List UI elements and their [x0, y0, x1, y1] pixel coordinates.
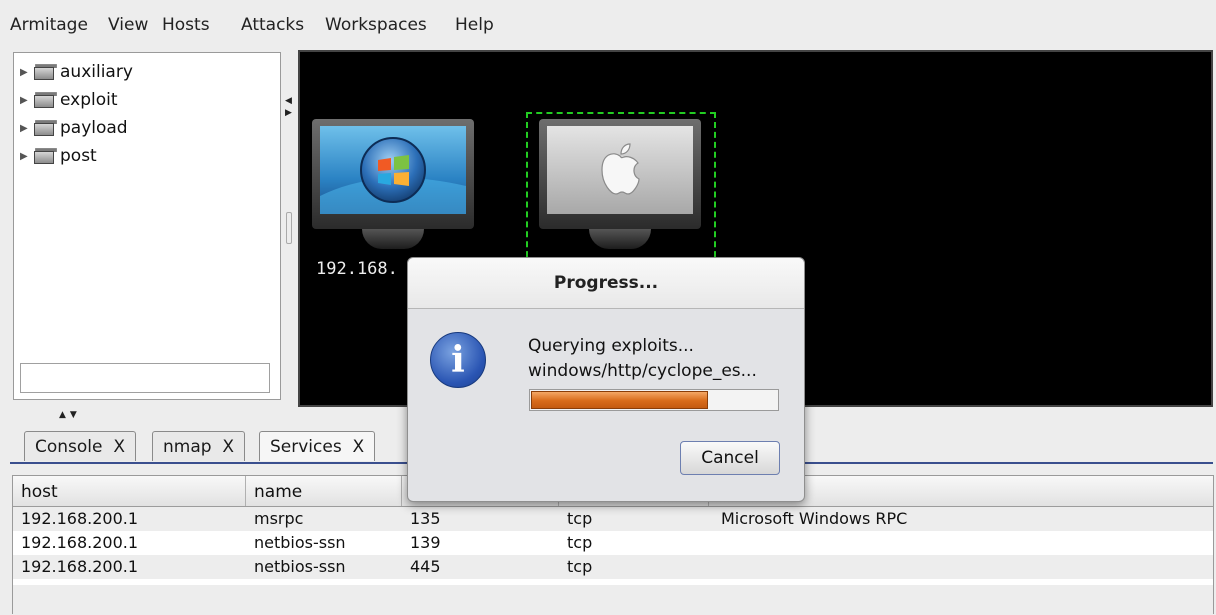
dialog-title: Progress...: [408, 258, 804, 309]
cell-name: msrpc: [254, 509, 304, 528]
tree-item-label: post: [60, 146, 97, 166]
tab-label: nmap: [163, 436, 212, 457]
tab-console[interactable]: Console X: [24, 431, 136, 461]
tab-services[interactable]: Services X: [259, 431, 376, 461]
tree-item-post[interactable]: ▶ post: [20, 143, 97, 169]
folder-icon: [34, 92, 57, 108]
cell-proto: tcp: [567, 533, 593, 552]
cell-info: Microsoft Windows RPC: [721, 509, 908, 528]
tab-label: Console: [35, 436, 103, 457]
tree-item-label: payload: [60, 118, 128, 138]
vertical-split-handle[interactable]: [286, 212, 292, 244]
cell-proto: tcp: [567, 509, 593, 528]
column-separator: [401, 476, 402, 506]
tab-nmap[interactable]: nmap X: [152, 431, 246, 461]
host-ip-label: 192.168.: [316, 259, 398, 279]
cell-port: 139: [410, 533, 441, 552]
progress-bar-fill: [531, 391, 708, 409]
folder-icon: [34, 120, 57, 136]
expand-arrow-icon[interactable]: ▶: [20, 95, 30, 106]
column-header-name[interactable]: name: [254, 482, 302, 502]
column-header-host[interactable]: host: [21, 482, 58, 502]
cell-host: 192.168.200.1: [21, 557, 139, 576]
apple-logo-icon: [547, 126, 693, 214]
tree-item-auxiliary[interactable]: ▶ auxiliary: [20, 59, 133, 85]
table-row[interactable]: 192.168.200.1 msrpc 135 tcp Microsoft Wi…: [13, 507, 1213, 531]
tab-close-icon[interactable]: X: [113, 437, 125, 457]
tree-item-exploit[interactable]: ▶ exploit: [20, 87, 118, 113]
cancel-button[interactable]: Cancel: [680, 441, 780, 475]
menu-bar: Armitage View Hosts Attacks Workspaces H…: [0, 0, 1216, 46]
expand-arrow-icon[interactable]: ▶: [20, 67, 30, 78]
menu-workspaces[interactable]: Workspaces: [325, 15, 427, 35]
expand-arrow-icon[interactable]: ▶: [20, 123, 30, 134]
progress-dialog: Progress... i Querying exploits... windo…: [407, 257, 805, 502]
menu-hosts[interactable]: Hosts: [162, 15, 210, 35]
dialog-message-line2: windows/http/cyclope_es...: [528, 361, 757, 381]
progress-bar: [529, 389, 779, 411]
monitor-icon: [312, 119, 474, 229]
menu-armitage[interactable]: Armitage: [10, 15, 88, 35]
expand-arrow-icon[interactable]: ▶: [20, 151, 30, 162]
tab-label: Services: [270, 436, 342, 457]
menu-attacks[interactable]: Attacks: [241, 15, 304, 35]
cell-proto: tcp: [567, 557, 593, 576]
tree-item-payload[interactable]: ▶ payload: [20, 115, 128, 141]
cell-port: 135: [410, 509, 441, 528]
horizontal-split-arrows[interactable]: ▲▼: [59, 410, 81, 420]
cell-name: netbios-ssn: [254, 533, 346, 552]
module-tree: ▶ auxiliary ▶ exploit ▶ payload ▶ post: [13, 52, 281, 400]
folder-icon: [34, 64, 57, 80]
tree-item-label: auxiliary: [60, 62, 133, 82]
cell-host: 192.168.200.1: [21, 533, 139, 552]
table-empty-area: [13, 585, 1213, 615]
table-row[interactable]: 192.168.200.1 netbios-ssn 445 tcp: [13, 555, 1213, 579]
cell-name: netbios-ssn: [254, 557, 346, 576]
menu-help[interactable]: Help: [455, 15, 494, 35]
tree-item-label: exploit: [60, 90, 118, 110]
info-icon: i: [430, 332, 486, 388]
module-search-input[interactable]: [20, 363, 270, 393]
folder-icon: [34, 148, 57, 164]
cell-port: 445: [410, 557, 441, 576]
monitor-stand: [362, 229, 424, 249]
cell-host: 192.168.200.1: [21, 509, 139, 528]
host-mac[interactable]: [539, 119, 704, 269]
split-collapse-arrows[interactable]: ◀ ▶: [285, 95, 293, 125]
tab-close-icon[interactable]: X: [222, 437, 234, 457]
monitor-icon: [539, 119, 701, 229]
tab-close-icon[interactable]: X: [353, 437, 365, 457]
menu-view[interactable]: View: [108, 15, 148, 35]
column-separator: [245, 476, 246, 506]
monitor-stand: [589, 229, 651, 249]
dialog-message-line1: Querying exploits...: [528, 336, 694, 356]
table-row[interactable]: 192.168.200.1 netbios-ssn 139 tcp: [13, 531, 1213, 555]
windows-logo-icon: [320, 126, 466, 214]
